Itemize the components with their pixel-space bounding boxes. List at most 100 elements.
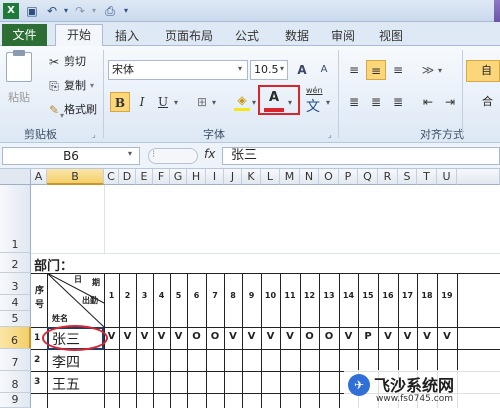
column-header[interactable]: P	[339, 169, 358, 185]
phonetic-dropdown-icon[interactable]: ▾	[326, 98, 330, 107]
attendance-value[interactable]: V	[261, 331, 280, 342]
paste-button[interactable]: 粘贴	[8, 88, 30, 108]
attendance-value[interactable]: P	[358, 331, 378, 342]
save-icon[interactable]: ▣	[24, 3, 40, 19]
column-header[interactable]: F	[153, 169, 170, 185]
row-header[interactable]: 1	[0, 185, 31, 253]
column-header-selected[interactable]: B	[47, 169, 104, 185]
column-header[interactable]: T	[417, 169, 437, 185]
border-icon[interactable]: ⊞	[192, 92, 212, 112]
shrink-font-icon[interactable]: A	[314, 60, 334, 80]
attendance-value[interactable]: V	[224, 331, 242, 342]
underline-dropdown-icon[interactable]: ▾	[174, 98, 178, 107]
attendance-value[interactable]: V	[339, 331, 358, 342]
decrease-indent-icon[interactable]: ⇤	[418, 92, 438, 112]
align-bottom-icon[interactable]: ≡	[388, 60, 408, 80]
cut-icon[interactable]: ✂	[44, 52, 64, 72]
row-header[interactable]: 3	[0, 273, 31, 295]
attendance-value[interactable]: O	[187, 331, 206, 342]
attendance-value[interactable]: O	[319, 331, 339, 342]
italic-button[interactable]: I	[132, 92, 152, 112]
record-name[interactable]: 王五	[52, 374, 80, 394]
attendance-value[interactable]: V	[280, 331, 300, 342]
column-header[interactable]: U	[437, 169, 457, 185]
record-name[interactable]: 张三	[52, 329, 80, 349]
redo-dropdown-icon[interactable]: ▾	[86, 3, 102, 19]
tab-formulas[interactable]: 公式	[230, 26, 264, 46]
font-name-select[interactable]: 宋体	[108, 60, 248, 80]
tab-page-layout[interactable]: 页面布局	[160, 26, 218, 46]
orientation-dropdown-icon[interactable]: ▾	[438, 66, 442, 75]
column-header[interactable]: L	[261, 169, 280, 185]
attendance-value[interactable]: O	[300, 331, 319, 342]
phonetic-guide-icon[interactable]: 文	[306, 96, 320, 116]
attendance-value[interactable]: V	[378, 331, 398, 342]
grow-font-icon[interactable]: A	[292, 60, 312, 80]
customize-toolbar-icon[interactable]: ▾	[118, 3, 134, 19]
format-painter-icon[interactable]: ✎	[44, 100, 64, 120]
row-header-selected[interactable]: 6	[0, 327, 31, 349]
attendance-value[interactable]: V	[104, 331, 119, 342]
align-top-icon[interactable]: ≡	[344, 60, 364, 80]
underline-button[interactable]: U	[153, 92, 173, 112]
tab-home[interactable]: 开始	[55, 24, 103, 47]
font-launcher-icon[interactable]: ⌟	[328, 130, 332, 139]
row-header[interactable]: 7	[0, 349, 31, 371]
align-left-icon[interactable]: ≣	[344, 92, 364, 112]
column-header[interactable]: N	[300, 169, 319, 185]
font-name-dropdown-icon[interactable]: ▾	[238, 64, 242, 73]
attendance-value[interactable]: V	[398, 331, 417, 342]
paste-icon[interactable]	[6, 50, 32, 82]
row-header[interactable]: 8	[0, 371, 31, 393]
copy-icon[interactable]: ⎘	[44, 76, 64, 96]
row-header[interactable]: 9	[0, 393, 31, 408]
name-box[interactable]: B6	[2, 147, 140, 165]
expand-icon[interactable]: ⁝	[152, 149, 155, 160]
tab-data[interactable]: 数据	[280, 26, 314, 46]
name-box-dropdown-icon[interactable]: ▾	[128, 149, 132, 158]
column-header[interactable]: J	[224, 169, 242, 185]
merge-center-button[interactable]: 合	[470, 92, 500, 112]
copy-dropdown-icon[interactable]: ▾	[90, 76, 94, 96]
formula-input[interactable]: 张三	[222, 147, 500, 165]
attendance-value[interactable]: O	[206, 331, 224, 342]
column-header[interactable]: G	[170, 169, 187, 185]
column-header[interactable]: S	[398, 169, 417, 185]
attendance-value[interactable]: V	[417, 331, 437, 342]
font-color-dropdown-icon[interactable]: ▾	[288, 98, 292, 107]
attendance-value[interactable]: V	[242, 331, 261, 342]
attendance-value[interactable]: V	[136, 331, 153, 342]
print-preview-icon[interactable]: ⎙	[102, 3, 118, 19]
attendance-value[interactable]: V	[153, 331, 170, 342]
align-middle-icon[interactable]: ≡	[366, 60, 386, 80]
column-header[interactable]: E	[136, 169, 153, 185]
attendance-value[interactable]: V	[119, 331, 136, 342]
increase-indent-icon[interactable]: ⇥	[440, 92, 460, 112]
column-header[interactable]: C	[104, 169, 119, 185]
insert-function-icon[interactable]: fx	[204, 147, 215, 161]
record-name[interactable]: 李四	[52, 352, 80, 372]
column-header[interactable]: R	[378, 169, 398, 185]
tab-insert[interactable]: 插入	[110, 26, 144, 46]
font-color-icon[interactable]: A	[264, 88, 284, 108]
column-header[interactable]: O	[319, 169, 339, 185]
column-header[interactable]: D	[119, 169, 136, 185]
row-header[interactable]: 2	[0, 253, 31, 273]
column-header[interactable]: K	[242, 169, 261, 185]
orientation-icon[interactable]: ≫	[418, 60, 438, 80]
attendance-value[interactable]: V	[437, 331, 457, 342]
bold-button[interactable]: B	[110, 92, 130, 112]
tab-view[interactable]: 视图	[374, 26, 408, 46]
column-header[interactable]: H	[187, 169, 206, 185]
border-dropdown-icon[interactable]: ▾	[212, 98, 216, 107]
column-header[interactable]: I	[206, 169, 224, 185]
select-all-corner[interactable]	[0, 169, 31, 185]
column-header[interactable]: M	[280, 169, 300, 185]
fill-color-icon[interactable]: ◈	[232, 90, 252, 110]
row-header[interactable]: 5	[0, 311, 31, 327]
column-header[interactable]: Q	[358, 169, 378, 185]
column-header[interactable]	[457, 169, 500, 185]
align-center-icon[interactable]: ≣	[366, 92, 386, 112]
wrap-text-button[interactable]: 自	[466, 60, 500, 82]
attendance-value[interactable]: V	[170, 331, 187, 342]
